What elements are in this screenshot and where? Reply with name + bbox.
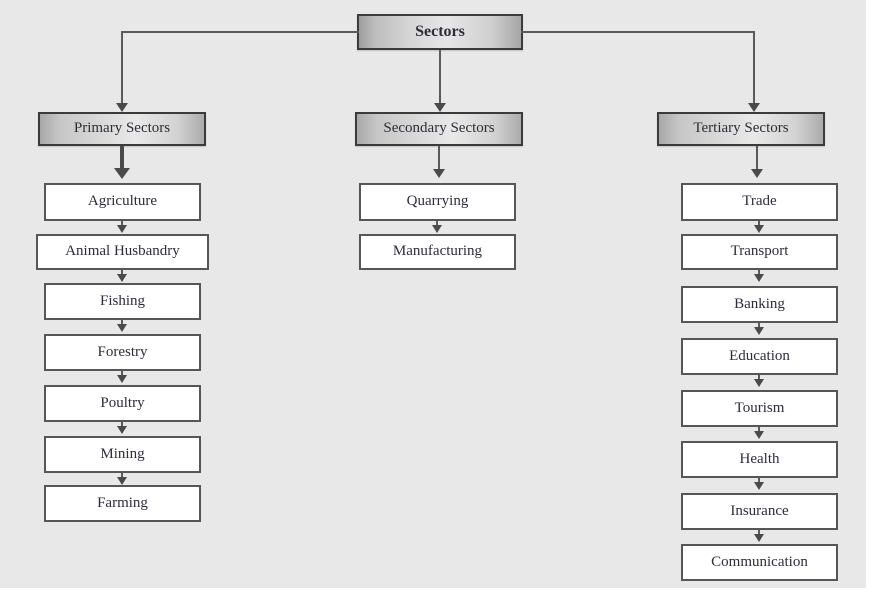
node-label: Banking: [734, 295, 785, 312]
arrowhead-agriculture-to-animal-husbandry: [117, 225, 127, 233]
node-agriculture[interactable]: Agriculture: [44, 183, 201, 221]
node-label: Agriculture: [87, 193, 158, 210]
flowchart-canvas: Sectors Primary Sectors Agriculture Anim…: [0, 0, 866, 588]
arrowhead-banking-to-education: [754, 327, 764, 335]
node-transport[interactable]: Transport: [681, 234, 838, 270]
node-tourism[interactable]: Tourism: [681, 390, 838, 427]
node-secondary-sectors[interactable]: Secondary Sectors: [355, 112, 523, 146]
node-label: Tourism: [734, 399, 785, 416]
node-label: Mining: [100, 445, 145, 462]
node-forestry[interactable]: Forestry: [44, 334, 201, 371]
node-label: Secondary Sectors: [383, 120, 495, 137]
arrowhead-transport-to-banking: [754, 274, 764, 282]
node-animal-husbandry[interactable]: Animal Husbandry: [36, 234, 209, 270]
node-label: Primary Sectors: [73, 120, 171, 137]
node-label: Quarrying: [406, 193, 469, 210]
arrowhead-trade-to-transport: [754, 225, 764, 233]
node-label: Education: [729, 347, 790, 364]
arrowhead-animal-husbandry-to-fishing: [117, 274, 127, 282]
arrowhead-primary-to-agriculture: [114, 168, 130, 179]
node-sectors[interactable]: Sectors: [357, 14, 523, 50]
node-label: Manufacturing: [392, 243, 483, 260]
node-poultry[interactable]: Poultry: [44, 385, 201, 422]
arrowhead-root-to-primary: [116, 103, 128, 112]
arrowhead-fishing-to-forestry: [117, 324, 127, 332]
arrowhead-secondary-to-quarrying: [433, 169, 445, 178]
node-label: Health: [739, 450, 780, 467]
connector-bus-left: [122, 31, 359, 33]
arrowhead-root-to-tertiary: [748, 103, 760, 112]
node-tertiary-sectors[interactable]: Tertiary Sectors: [657, 112, 825, 146]
node-label: Sectors: [415, 22, 465, 40]
node-label: Poultry: [100, 394, 145, 411]
node-education[interactable]: Education: [681, 338, 838, 375]
arrowhead-insurance-to-communication: [754, 534, 764, 542]
connector-bus-right: [521, 31, 754, 33]
node-fishing[interactable]: Fishing: [44, 283, 201, 320]
arrowhead-tertiary-to-trade: [751, 169, 763, 178]
node-label: Forestry: [97, 343, 148, 360]
connector-root-to-secondary: [439, 50, 441, 109]
arrowhead-tourism-to-health: [754, 431, 764, 439]
node-health[interactable]: Health: [681, 441, 838, 478]
node-label: Insurance: [730, 502, 789, 519]
node-label: Trade: [742, 193, 777, 210]
arrowhead-mining-to-farming: [117, 477, 127, 485]
node-trade[interactable]: Trade: [681, 183, 838, 221]
node-communication[interactable]: Communication: [681, 544, 838, 581]
connector-root-to-primary: [121, 31, 123, 109]
node-label: Farming: [97, 494, 148, 511]
arrowhead-root-to-secondary: [434, 103, 446, 112]
arrowhead-forestry-to-poultry: [117, 375, 127, 383]
arrowhead-health-to-insurance: [754, 482, 764, 490]
arrowhead-education-to-tourism: [754, 379, 764, 387]
node-quarrying[interactable]: Quarrying: [359, 183, 516, 221]
node-label: Tertiary Sectors: [693, 120, 789, 137]
node-mining[interactable]: Mining: [44, 436, 201, 473]
node-label: Fishing: [99, 292, 145, 309]
node-manufacturing[interactable]: Manufacturing: [359, 234, 516, 270]
arrowhead-poultry-to-mining: [117, 426, 127, 434]
node-label: Communication: [711, 553, 808, 570]
node-insurance[interactable]: Insurance: [681, 493, 838, 530]
node-label: Transport: [730, 243, 789, 260]
node-farming[interactable]: Farming: [44, 485, 201, 522]
connector-root-to-tertiary: [753, 31, 755, 109]
node-label: Animal Husbandry: [65, 243, 180, 260]
node-primary-sectors[interactable]: Primary Sectors: [38, 112, 206, 146]
arrowhead-quarrying-to-manufacturing: [432, 225, 442, 233]
node-banking[interactable]: Banking: [681, 286, 838, 323]
